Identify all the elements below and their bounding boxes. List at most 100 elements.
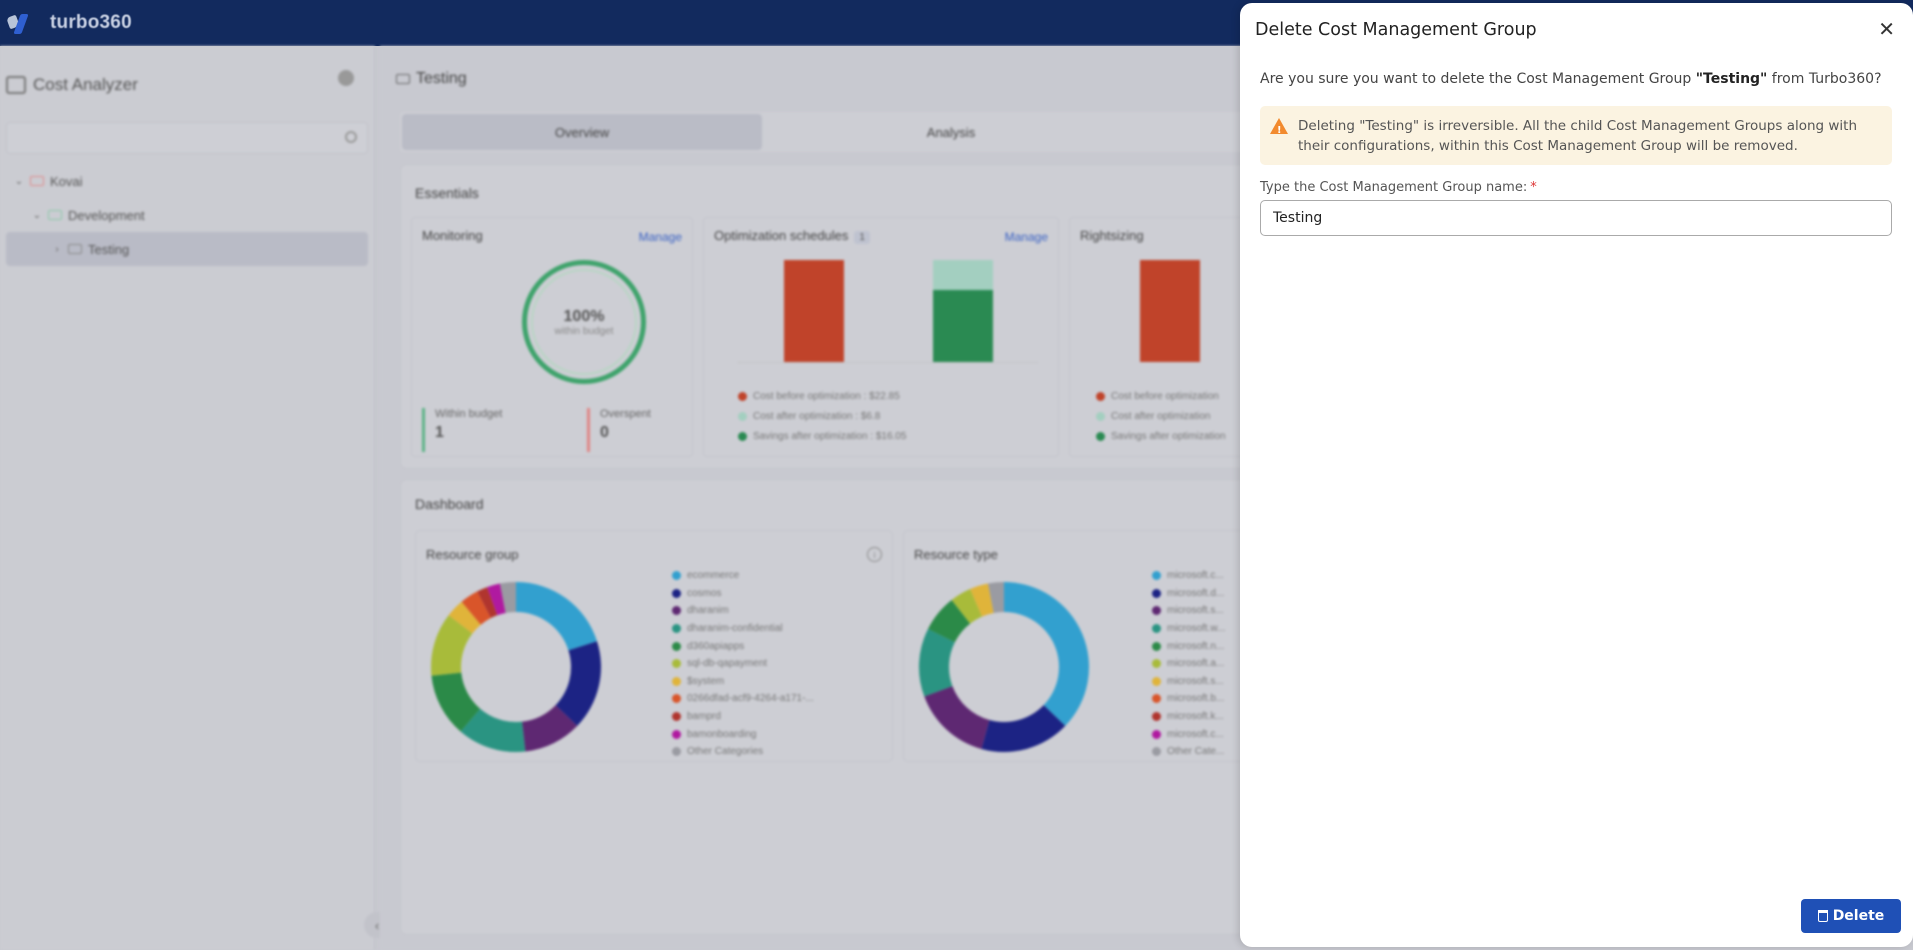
tree-item-label: Development	[68, 207, 145, 223]
donut-slice[interactable]	[924, 686, 990, 749]
delete-cmg-drawer: Delete Cost Management Group ✕ Are you s…	[1240, 3, 1913, 947]
donut-slice[interactable]	[516, 582, 598, 651]
tree-item-testing[interactable]: › Testing	[6, 232, 368, 266]
legend-dot	[1152, 676, 1161, 686]
breadcrumb: Testing	[396, 70, 467, 88]
dashboard-title: Dashboard	[415, 496, 484, 512]
tab-analysis[interactable]: Analysis	[766, 114, 1136, 150]
bar-savings	[933, 290, 993, 362]
warning-text: Deleting "Testing" is irreversible. All …	[1298, 118, 1858, 154]
confirm-question: Are you sure you want to delete the Cost…	[1260, 71, 1882, 87]
donut-slice[interactable]	[1004, 582, 1089, 726]
chevron-right-icon[interactable]: ›	[50, 244, 64, 255]
legend-item[interactable]: bamonboarding	[672, 725, 814, 743]
legend-dot	[1152, 694, 1161, 704]
monitoring-manage-link[interactable]: Manage	[639, 230, 682, 244]
legend-dot	[1152, 606, 1161, 616]
legend-label: d360apiapps	[687, 640, 745, 652]
delete-button[interactable]: Delete	[1801, 899, 1901, 933]
legend-dot	[672, 588, 681, 598]
info-icon[interactable]: i	[867, 547, 882, 562]
resource-type-donut	[919, 582, 1089, 752]
legend-item[interactable]: Other Cate...	[1152, 743, 1225, 761]
group-name-input[interactable]	[1260, 200, 1892, 236]
overspent-label: Overspent	[600, 408, 651, 420]
legend-item[interactable]: Savings after optimization : $16.05	[738, 426, 906, 446]
legend-item[interactable]: microsoft.d...	[1152, 585, 1225, 603]
legend-item[interactable]: Other Categories	[672, 743, 814, 761]
chart-baseline	[738, 362, 1038, 363]
legend-label: ecommerce	[687, 570, 740, 582]
legend-item[interactable]: d360apiapps	[672, 637, 814, 655]
legend-item[interactable]: 0266dfad-acf9-4264-a171-...	[672, 690, 814, 708]
overspent-stat: Overspent 0	[587, 408, 651, 452]
tree-item-development[interactable]: ⌄ Development	[0, 198, 374, 232]
legend-dot	[1152, 729, 1161, 739]
legend-item[interactable]: Cost before optimization	[1096, 386, 1226, 406]
legend-item[interactable]: microsoft.b...	[1152, 690, 1225, 708]
resource-group-card: Resource group i ecommerce cosmos dharanim…	[415, 530, 893, 762]
folder-icon	[396, 74, 410, 84]
legend-item[interactable]: Cost after optimization	[1096, 406, 1226, 426]
legend-item[interactable]: $system	[672, 673, 814, 691]
legend-item[interactable]: Cost after optimization : $6.8	[738, 406, 906, 426]
tab-overview[interactable]: Overview	[402, 114, 762, 150]
legend-label: microsoft.c...	[1167, 728, 1224, 740]
optimization-manage-link[interactable]: Manage	[1005, 230, 1048, 244]
legend-dot	[1152, 571, 1161, 581]
question-prefix: Are you sure you want to delete the Cost…	[1260, 71, 1696, 87]
bar-after	[933, 260, 993, 290]
within-budget-label: Within budget	[435, 408, 503, 420]
tree-item-kovai[interactable]: ⌄ Kovai	[0, 164, 374, 198]
resource-group-legend: ecommerce cosmos dharanim dharanim-confiden…	[672, 567, 814, 761]
essentials-title: Essentials	[415, 185, 479, 201]
legend-item[interactable]: ecommerce	[672, 567, 814, 585]
legend-item[interactable]: microsoft.c...	[1152, 725, 1225, 743]
legend-item[interactable]: dharanim-confidential	[672, 620, 814, 638]
legend-item[interactable]: sql-db-qapayment	[672, 655, 814, 673]
legend-dot	[1096, 391, 1105, 401]
legend-label: Cost after optimization : $6.8	[753, 410, 881, 422]
resource-group-donut	[431, 582, 601, 752]
legend-dot	[738, 431, 747, 441]
gauge-label: within budget	[554, 325, 614, 337]
legend-item[interactable]: cosmos	[672, 585, 814, 603]
legend-label: Other Categories	[687, 746, 764, 758]
sidebar-search-input[interactable]	[6, 122, 368, 154]
settings-gear-icon[interactable]	[338, 70, 354, 86]
legend-label: $system	[687, 675, 725, 687]
legend-item[interactable]: Savings after optimization	[1096, 426, 1226, 446]
legend-item[interactable]: bamprd	[672, 708, 814, 726]
legend-label: bamprd	[687, 711, 721, 723]
legend-item[interactable]: microsoft.n...	[1152, 637, 1225, 655]
legend-item[interactable]: Cost before optimization : $22.85	[738, 386, 906, 406]
legend-dot	[738, 411, 747, 421]
legend-item[interactable]: microsoft.w...	[1152, 620, 1225, 638]
legend-item[interactable]: dharanim	[672, 602, 814, 620]
folder-icon	[48, 210, 62, 220]
chevron-down-icon[interactable]: ⌄	[30, 210, 44, 221]
gauge-percent: 100%	[563, 307, 605, 325]
legend-item[interactable]: microsoft.a...	[1152, 655, 1225, 673]
legend-label: Cost after optimization	[1111, 410, 1211, 422]
rightsizing-bar-before	[1140, 260, 1200, 362]
legend-item[interactable]: microsoft.s...	[1152, 673, 1225, 691]
legend-label: dharanim-confidential	[687, 623, 783, 635]
legend-label: microsoft.s...	[1167, 605, 1224, 617]
chevron-down-icon[interactable]: ⌄	[12, 176, 26, 187]
legend-label: microsoft.b...	[1167, 693, 1225, 705]
optimization-title-text: Optimization schedules	[714, 228, 849, 243]
overspent-value: 0	[600, 424, 609, 441]
within-budget-value: 1	[435, 424, 444, 441]
legend-dot	[672, 676, 681, 686]
legend-item[interactable]: microsoft.c...	[1152, 567, 1225, 585]
legend-label: microsoft.c...	[1167, 570, 1224, 582]
close-icon[interactable]: ✕	[1878, 19, 1895, 39]
question-suffix: from Turbo360?	[1767, 71, 1882, 87]
legend-label: bamonboarding	[687, 728, 757, 740]
legend-item[interactable]: microsoft.s...	[1152, 602, 1225, 620]
breadcrumb-label: Testing	[416, 70, 467, 87]
legend-dot	[672, 571, 681, 581]
legend-item[interactable]: microsoft.k...	[1152, 708, 1225, 726]
rightsizing-title: Rightsizing	[1080, 228, 1144, 243]
